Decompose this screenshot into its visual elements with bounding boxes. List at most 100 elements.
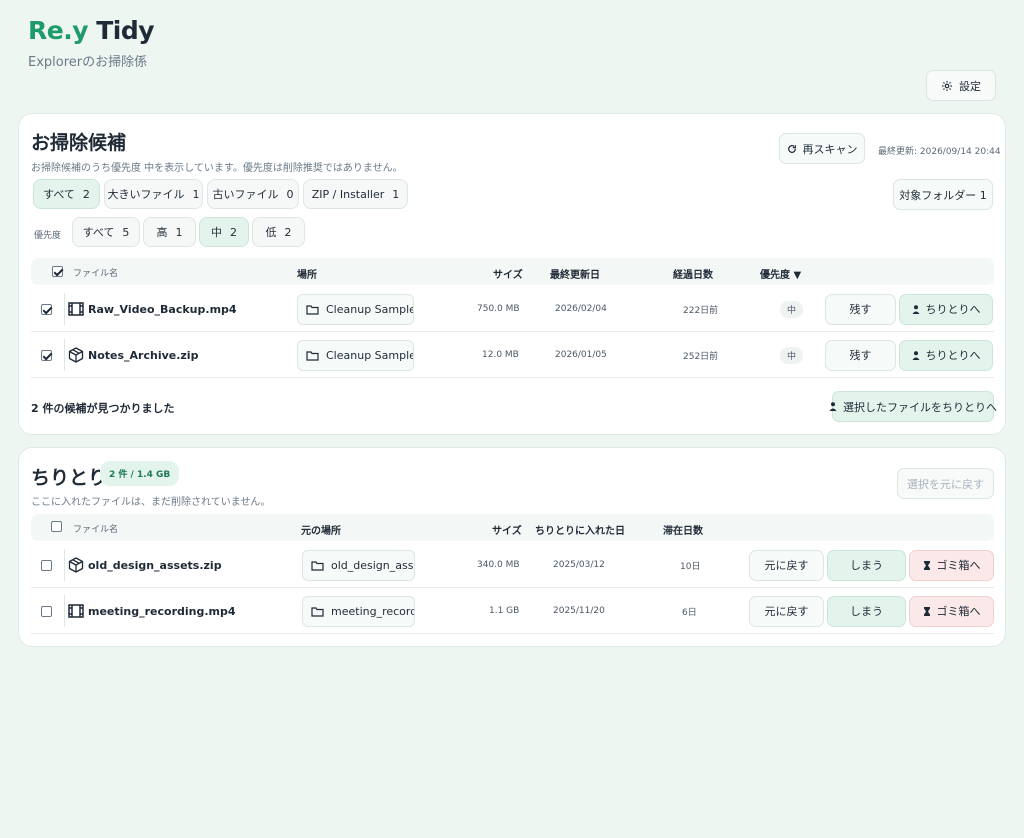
cleanup-table-header: ファイル名 場所 サイズ 最終更新日 経過日数 優先度 ▼ bbox=[31, 258, 994, 285]
column-location: 場所 bbox=[297, 270, 317, 281]
row-checkbox[interactable] bbox=[41, 605, 52, 617]
priority-badge: 中 bbox=[780, 346, 804, 364]
dustpan-title: ちりとり bbox=[31, 467, 108, 489]
package-icon bbox=[68, 332, 84, 378]
type-filter-count: 1 bbox=[192, 187, 200, 201]
row-checkbox[interactable] bbox=[41, 559, 52, 571]
stay-days: 10日 bbox=[680, 561, 701, 572]
store-button[interactable]: しまう bbox=[827, 595, 906, 627]
column-elapsed: 経過日数 bbox=[673, 270, 713, 281]
type-filter-label: すべて bbox=[43, 188, 75, 201]
refresh-icon bbox=[787, 144, 797, 154]
move-selected-label: 選択したファイルをちりとりへ bbox=[843, 400, 997, 414]
column-name: ファイル名 bbox=[73, 525, 119, 535]
move-to-trash-button[interactable]: ゴミ箱へ bbox=[909, 549, 994, 581]
app-logo: Re.y Tidy bbox=[28, 16, 155, 45]
origin-button[interactable]: meeting_recording bbox=[302, 595, 415, 627]
priority-filter-count: 2 bbox=[230, 225, 237, 239]
last-updated: 最終更新: 2026/09/14 20:44 bbox=[878, 147, 1001, 157]
settings-label: 設定 bbox=[959, 79, 981, 93]
priority-filter-high[interactable]: 高1 bbox=[143, 217, 196, 247]
location-button[interactable]: Cleanup Samples bbox=[297, 293, 414, 325]
trash-label: ゴミ箱へ bbox=[936, 559, 981, 572]
cleanup-description: お掃除候補のうち優先度 中を表示しています。優先度は削除推奨ではありません。 bbox=[31, 163, 403, 174]
rescan-button[interactable]: 再スキャン bbox=[779, 133, 865, 164]
location-button[interactable]: Cleanup Samples bbox=[297, 339, 414, 371]
priority-filter-count: 2 bbox=[284, 225, 292, 239]
film-icon bbox=[68, 588, 84, 634]
brand-accent: Re.y bbox=[28, 16, 89, 45]
row-checkbox[interactable] bbox=[41, 349, 52, 361]
type-filter-zip[interactable]: ZIP / Installer 1 bbox=[303, 179, 408, 209]
table-row: Notes_Archive.zip Cleanup Samples 12.0 M… bbox=[31, 332, 994, 378]
move-to-dustpan-button[interactable]: ちりとりへ bbox=[899, 293, 993, 325]
restore-selected-button[interactable]: 選択を元に戻す bbox=[897, 468, 994, 499]
move-to-trash-button[interactable]: ゴミ箱へ bbox=[909, 595, 994, 627]
column-origin: 元の場所 bbox=[301, 526, 341, 537]
brand-rest: Tidy bbox=[88, 16, 155, 45]
table-row: meeting_recording.mp4 meeting_recording … bbox=[31, 588, 994, 634]
column-added: ちりとりに入れた日 bbox=[535, 526, 625, 537]
type-filter-all[interactable]: すべて 2 bbox=[33, 179, 100, 209]
column-size: サイズ bbox=[492, 526, 522, 537]
priority-filter-text: 高 bbox=[156, 226, 168, 239]
dustpan-count-badge: 2 件 / 1.4 GB bbox=[100, 461, 180, 486]
person-icon bbox=[912, 350, 920, 360]
row-divider bbox=[64, 595, 65, 627]
row-divider bbox=[64, 549, 65, 581]
type-filter-old[interactable]: 古いファイル 0 bbox=[207, 179, 299, 209]
origin-button[interactable]: old_design_assets bbox=[302, 549, 415, 581]
priority-filter-low[interactable]: 低2 bbox=[252, 217, 305, 247]
folder-icon bbox=[311, 606, 324, 617]
trash-icon bbox=[923, 606, 931, 616]
move-to-dustpan-button[interactable]: ちりとりへ bbox=[899, 339, 993, 371]
type-filter-label: 大きいファイル bbox=[107, 188, 185, 201]
column-priority-sort[interactable]: 優先度 ▼ bbox=[760, 266, 801, 281]
package-icon bbox=[68, 542, 84, 588]
file-size: 750.0 MB bbox=[477, 304, 520, 314]
file-size: 12.0 MB bbox=[482, 350, 519, 360]
folder-icon bbox=[306, 350, 319, 361]
select-all-checkbox[interactable] bbox=[52, 266, 63, 277]
row-checkbox[interactable] bbox=[41, 303, 52, 315]
folder-icon bbox=[311, 560, 324, 571]
origin-text: old_design_assets bbox=[331, 558, 414, 572]
settings-button[interactable]: 設定 bbox=[926, 70, 996, 101]
restore-button[interactable]: 元に戻す bbox=[749, 595, 824, 627]
priority-filter-text: 低 bbox=[265, 226, 277, 239]
dustpan-description: ここに入れたファイルは、まだ削除されていません。 bbox=[31, 497, 271, 508]
type-filter-count: 1 bbox=[392, 187, 400, 201]
priority-filter-label: 優先度 bbox=[34, 231, 62, 241]
app-subtitle: Explorerのお掃除係 bbox=[28, 55, 148, 70]
cleanup-title: お掃除候補 bbox=[31, 132, 127, 154]
target-folder-button[interactable]: 対象フォルダー 1 bbox=[893, 179, 993, 210]
priority-filter-count: 1 bbox=[175, 225, 183, 239]
file-name: Notes_Archive.zip bbox=[88, 348, 199, 362]
gear-icon bbox=[941, 80, 953, 92]
app-header: Re.y Tidy Explorerのお掃除係 bbox=[28, 16, 155, 70]
keep-button[interactable]: 残す bbox=[825, 339, 896, 371]
priority-filter-text: すべて bbox=[82, 226, 115, 239]
found-count-text: 2 件の候補が見つかりました bbox=[31, 402, 175, 415]
type-filter-count: 0 bbox=[286, 187, 294, 201]
rescan-label: 再スキャン bbox=[802, 142, 858, 156]
trash-icon bbox=[923, 560, 931, 570]
store-button[interactable]: しまう bbox=[827, 549, 906, 581]
move-selected-button[interactable]: 選択したファイルをちりとりへ bbox=[829, 391, 997, 422]
priority-filter-all[interactable]: すべて 5 bbox=[72, 217, 140, 247]
type-filter-count: 2 bbox=[82, 187, 90, 201]
restore-button[interactable]: 元に戻す bbox=[749, 549, 824, 581]
priority-filter-medium[interactable]: 中2 bbox=[199, 217, 249, 247]
file-elapsed: 252日前 bbox=[683, 351, 719, 362]
file-name: old_design_assets.zip bbox=[88, 558, 222, 572]
file-size: 1.1 GB bbox=[489, 606, 520, 616]
person-icon bbox=[912, 304, 920, 314]
type-filter-label: ZIP / Installer bbox=[311, 187, 385, 201]
type-filter-large[interactable]: 大きいファイル 1 bbox=[104, 179, 203, 209]
select-all-checkbox[interactable] bbox=[51, 521, 62, 532]
move-label: ちりとりへ bbox=[925, 349, 981, 362]
type-filter-label: 古いファイル bbox=[212, 188, 279, 201]
person-icon bbox=[829, 402, 837, 411]
keep-button[interactable]: 残す bbox=[825, 293, 896, 325]
file-modified: 2026/02/04 bbox=[555, 304, 607, 314]
